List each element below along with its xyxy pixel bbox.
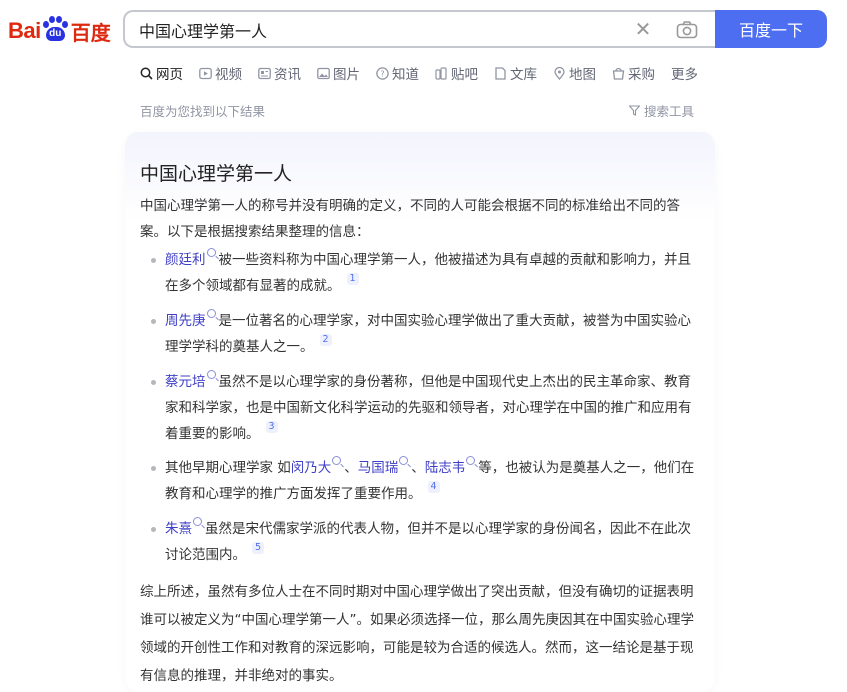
tab-label: 知道 (392, 67, 419, 83)
close-icon[interactable]: ✕ (633, 19, 653, 40)
baidu-logo[interactable]: Bai du 百度 (8, 11, 111, 51)
tab-label: 地图 (569, 67, 596, 83)
tab-more[interactable]: 更多 (671, 63, 698, 83)
search-input[interactable] (139, 19, 609, 41)
search-box: ✕ (123, 10, 715, 48)
bullet-dot (151, 527, 156, 532)
tab-label: 视频 (215, 67, 242, 83)
list-item: 蔡元培 虽然不是以心理学家的身份著称，但他是中国现代史上杰出的民主革命家、教育家和… (149, 369, 704, 447)
tab-tieba[interactable]: 贴吧 (435, 63, 478, 83)
entity-link[interactable]: 马国瑞 (358, 460, 399, 476)
item-prefix: 其他早期心理学家 如 (165, 460, 291, 476)
question-icon: ? (376, 66, 389, 80)
citation-badge[interactable]: 4 (427, 481, 440, 493)
list-item: 朱熹 虽然是宋代儒家学派的代表人物，但并不是以心理学家的身份闻名，因此不在此次讨论… (149, 516, 704, 568)
tab-wenku[interactable]: 文库 (494, 63, 537, 83)
tab-map[interactable]: 地图 (553, 63, 596, 83)
tab-label: 文库 (510, 67, 537, 83)
separator: 、 (411, 460, 425, 476)
tab-news[interactable]: 资讯 (258, 63, 301, 83)
bullet-dot (151, 319, 156, 324)
item-text: 虽然是宋代儒家学派的代表人物，但并不是以心理学家的身份闻名，因此不在此次讨论范围… (165, 521, 691, 563)
search-icon[interactable] (399, 456, 409, 465)
search-tabs: 网页 视频 资讯 图片 ? 知道 贴吧 文库 地图 采购 更多 (140, 62, 698, 84)
logo-text-cn: 百度 (70, 20, 111, 45)
tab-label: 贴吧 (451, 67, 478, 83)
bullet-dot (151, 380, 156, 385)
search-icon[interactable] (193, 517, 202, 526)
search-tools-button[interactable]: 搜索工具 (629, 101, 694, 120)
card-conclusion: 综上所述，虽然有多位人士在不同时期对中国心理学做出了突出贡献，但没有确切的证据表… (140, 584, 694, 684)
document-icon (495, 66, 506, 80)
svg-text:?: ? (380, 69, 384, 78)
citation-badge[interactable]: 3 (265, 421, 278, 433)
bullet-dot (151, 258, 156, 263)
entity-link[interactable]: 朱熹 (165, 521, 192, 537)
news-icon (258, 67, 271, 79)
list-item: 其他早期心理学家 如闵乃大 、马国瑞 、陆志韦 等，也被认为是奠基人之一，他们在教育和… (149, 455, 704, 507)
separator: 、 (344, 460, 358, 476)
citation-badge[interactable]: 2 (319, 334, 332, 346)
tab-purchase[interactable]: 采购 (612, 63, 655, 83)
citation-badge[interactable]: 1 (346, 273, 359, 285)
logo-text-du: du (45, 27, 65, 41)
tab-image[interactable]: 图片 (317, 63, 360, 83)
search-icon[interactable] (206, 309, 216, 318)
funnel-icon (629, 105, 640, 116)
search-icon[interactable] (466, 456, 476, 465)
card-title: 中国心理学第一人 (140, 163, 293, 185)
entity-link[interactable]: 蔡元培 (165, 374, 206, 390)
search-icon[interactable] (332, 456, 342, 465)
citation-badge[interactable]: 5 (252, 542, 265, 554)
camera-icon[interactable] (676, 20, 698, 40)
answer-card: 中国心理学第一人 中国心理学第一人的称号并没有明确的定义，不同的人可能会根据不同… (125, 132, 715, 692)
tab-video[interactable]: 视频 (199, 63, 242, 83)
list-item: 颜廷利 被一些资料称为中国心理学第一人，他被描述为具有卓越的贡献和影响力，并且在多… (149, 247, 704, 299)
result-count: 百度为您找到以下结果 (140, 104, 266, 119)
search-icon[interactable] (206, 248, 216, 257)
entity-link[interactable]: 闵乃大 (291, 460, 332, 476)
list-item: 周先庚 是一位著名的心理学家，对中国实验心理学做出了重大贡献，被誉为中国实验心理学… (149, 308, 704, 360)
bullet-dot (151, 466, 156, 471)
search-button[interactable]: 百度一下 (715, 10, 827, 48)
item-text: 虽然不是以心理学家的身份著称，但他是中国现代史上杰出的民主革命家、教育家和科学家… (165, 374, 692, 442)
item-text: 是一位著名的心理学家，对中国实验心理学做出了重大贡献，被誉为中国实验心理学学科的… (165, 313, 691, 355)
search-icon (140, 67, 153, 80)
search-tools-label: 搜索工具 (644, 104, 695, 119)
tab-label: 网页 (156, 67, 183, 83)
cart-icon (612, 67, 625, 80)
image-icon (317, 67, 330, 79)
search-icon[interactable] (206, 370, 216, 379)
paw-icon: du (42, 16, 68, 42)
entity-link[interactable]: 陆志韦 (425, 460, 466, 476)
tab-label: 采购 (628, 67, 655, 83)
video-icon (199, 67, 212, 79)
tab-web[interactable]: 网页 (140, 63, 183, 83)
logo-text-bai: Bai (8, 18, 41, 43)
tab-zhidao[interactable]: ? 知道 (376, 63, 419, 83)
tab-label: 资讯 (274, 67, 301, 83)
card-intro: 中国心理学第一人的称号并没有明确的定义，不同的人可能会根据不同的标准给出不同的答… (140, 198, 680, 240)
tieba-icon (435, 66, 447, 80)
entity-link[interactable]: 周先庚 (165, 313, 206, 329)
item-text: 被一些资料称为中国心理学第一人，他被描述为具有卓越的贡献和影响力，并且在多个领域… (165, 252, 691, 294)
entity-link[interactable]: 颜廷利 (165, 252, 206, 268)
map-icon (554, 66, 565, 80)
tab-label: 图片 (333, 67, 360, 83)
